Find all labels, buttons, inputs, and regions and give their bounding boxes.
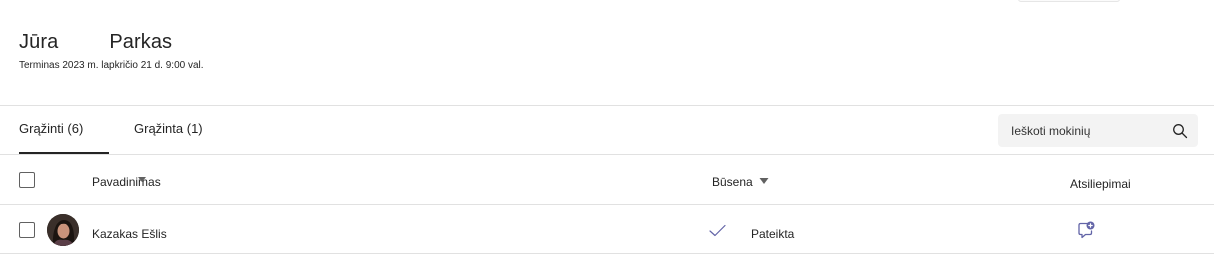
student-search[interactable]: Ieškoti mokinių <box>998 114 1198 147</box>
search-icon[interactable] <box>1172 123 1188 139</box>
avatar <box>47 214 79 246</box>
sort-down-icon[interactable] <box>137 176 147 184</box>
search-input[interactable]: Ieškoti mokinių <box>1011 124 1172 138</box>
row-checkbox[interactable] <box>19 222 35 238</box>
table-header-divider <box>0 204 1214 205</box>
toolbar-button-edge[interactable] <box>1018 0 1120 2</box>
column-header-name[interactable]: Pavadinimas <box>92 175 161 189</box>
checkmark-icon <box>709 224 726 237</box>
column-header-status[interactable]: Būsena <box>712 175 753 189</box>
due-date: Terminas 2023 m. lapkričio 21 d. 9:00 va… <box>19 60 204 71</box>
assignment-title: Jūra Parkas <box>19 31 204 54</box>
header-divider <box>0 105 1214 106</box>
student-name[interactable]: Kazakas Ešlis <box>92 227 167 241</box>
assignment-title-part2: Parkas <box>109 31 173 53</box>
tab-to-return[interactable]: Grąžinti (6) <box>19 121 109 154</box>
column-header-feedback: Atsiliepimai <box>1070 177 1131 191</box>
add-feedback-icon[interactable] <box>1076 220 1096 240</box>
assignment-title-part1: Jūra <box>19 31 59 53</box>
row-divider <box>0 253 1214 254</box>
tab-list: Grąžinti (6) Grąžinta (1) <box>19 121 203 154</box>
tab-returned[interactable]: Grąžinta (1) <box>134 121 203 154</box>
assignment-header: Jūra Parkas Terminas 2023 m. lapkričio 2… <box>19 31 204 71</box>
select-all-checkbox[interactable] <box>19 172 35 188</box>
tabs-divider <box>0 154 1214 155</box>
sort-down-icon[interactable] <box>759 177 769 185</box>
status-label: Pateikta <box>751 227 795 241</box>
grading-page: Jūra Parkas Terminas 2023 m. lapkričio 2… <box>0 0 1214 259</box>
